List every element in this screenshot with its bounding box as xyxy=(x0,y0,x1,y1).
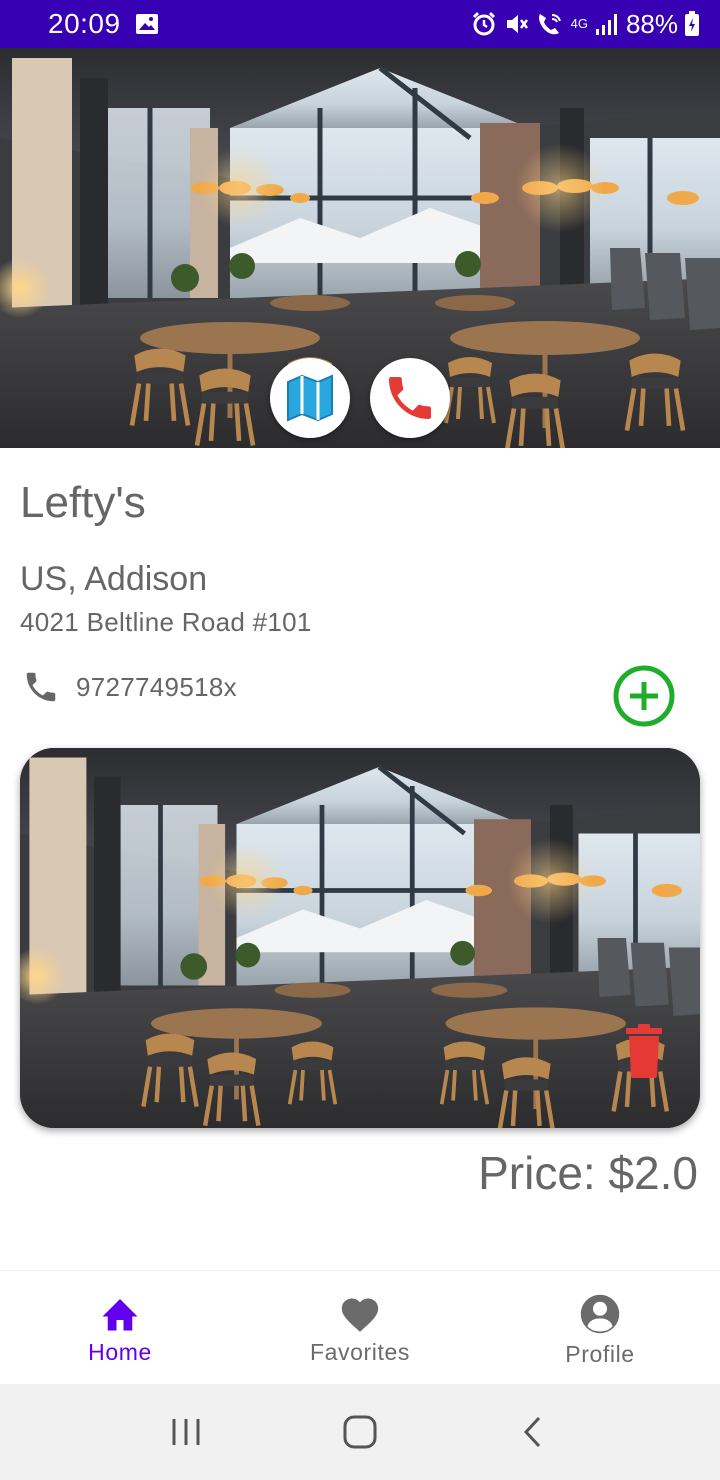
phone-row: 9727749518x xyxy=(22,668,237,706)
restaurant-region: US, Addison xyxy=(20,560,208,598)
hero-image xyxy=(0,48,720,448)
battery-icon xyxy=(685,11,699,36)
alarm-icon xyxy=(472,11,495,36)
phone-number: 9727749518x xyxy=(76,671,237,702)
trash-icon[interactable] xyxy=(624,1024,664,1078)
status-time: 20:09 xyxy=(48,8,121,39)
add-circle-icon[interactable] xyxy=(612,664,676,728)
signal-icon xyxy=(595,14,617,35)
call-button[interactable] xyxy=(370,358,450,438)
price-label: Price: $2.0 xyxy=(478,1147,698,1199)
wifi-call-icon xyxy=(538,14,561,35)
restaurant-photo xyxy=(0,48,720,448)
map-icon xyxy=(287,374,333,422)
nav-home[interactable]: Home xyxy=(0,1271,240,1384)
account-circle-icon xyxy=(580,1294,620,1334)
back-icon[interactable] xyxy=(517,1415,551,1449)
home-circle-icon[interactable] xyxy=(342,1414,378,1450)
recent-apps-icon[interactable] xyxy=(169,1415,203,1449)
system-navigation-bar xyxy=(0,1384,720,1480)
home-icon xyxy=(102,1299,138,1331)
menu-item-photo xyxy=(20,748,700,1128)
status-icons: 4G 88% xyxy=(471,9,700,40)
phone-icon xyxy=(389,377,431,419)
bottom-navigation: Home Favorites Profile xyxy=(0,1270,720,1384)
mute-icon xyxy=(506,15,528,33)
phone-small-icon xyxy=(26,672,56,702)
map-button[interactable] xyxy=(270,358,350,438)
network-type: 4G xyxy=(570,16,588,31)
gallery-notification-icon xyxy=(135,14,158,34)
menu-item-card[interactable] xyxy=(20,748,700,1128)
nav-profile[interactable]: Profile xyxy=(480,1271,720,1384)
nav-favorites[interactable]: Favorites xyxy=(240,1271,480,1384)
nav-home-label: Home xyxy=(88,1339,152,1365)
restaurant-name: Lefty's xyxy=(20,478,146,527)
nav-profile-label: Profile xyxy=(565,1341,635,1367)
status-bar: 20:09 4G 88% xyxy=(0,0,720,48)
nav-favorites-label: Favorites xyxy=(310,1339,410,1365)
battery-percent: 88% xyxy=(625,8,678,39)
restaurant-address: 4021 Beltline Road #101 xyxy=(20,607,312,637)
heart-icon xyxy=(341,1298,379,1332)
